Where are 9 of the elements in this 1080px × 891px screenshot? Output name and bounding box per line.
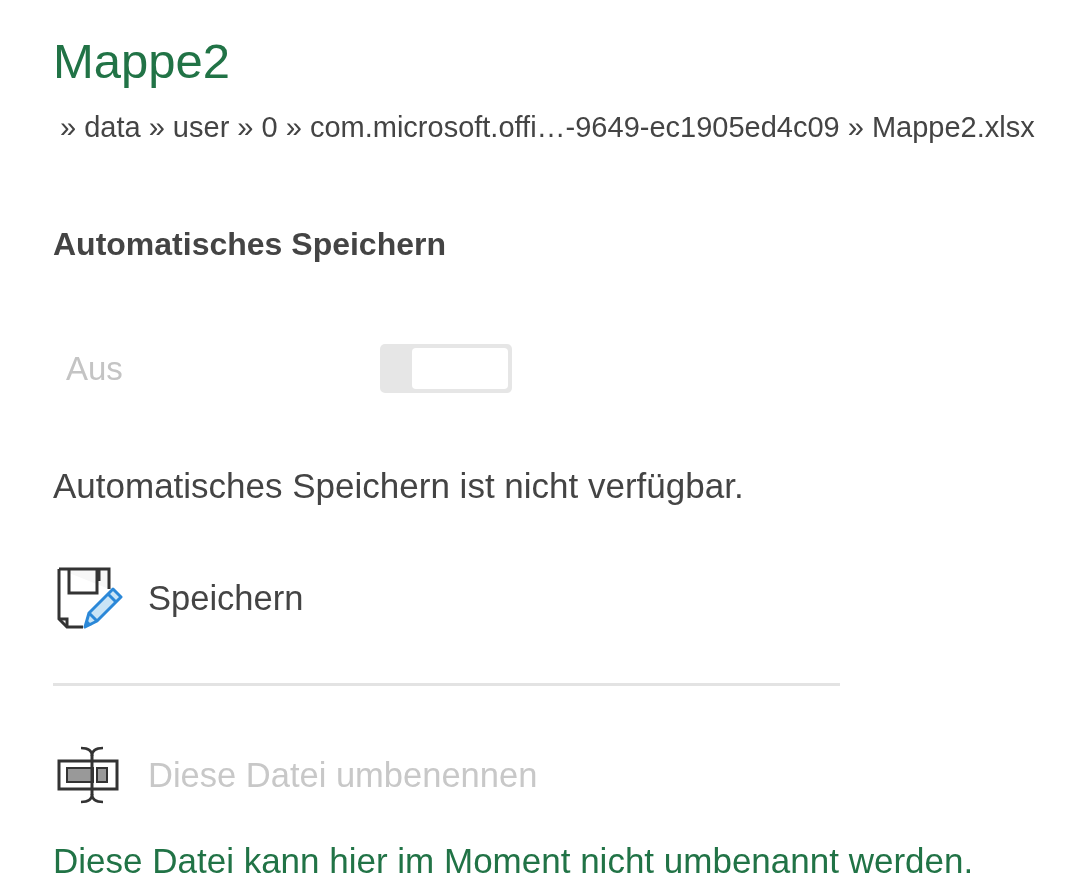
file-path: » data » user » 0 » com.microsoft.offi…-9649-ec1905ed4c09 » Mappe2.xlsx bbox=[60, 110, 1035, 145]
status-message: Diese Datei kann hier im Moment nicht umbenannt werden. bbox=[53, 840, 974, 882]
availability-note: Automatisches Speichern ist nicht verfügbar. bbox=[53, 465, 744, 507]
toggle-label: Aus bbox=[65, 348, 124, 389]
floppy-pencil-icon bbox=[57, 567, 123, 629]
section-heading: Automatisches Speichern bbox=[53, 225, 446, 264]
text-box-cursor-icon bbox=[57, 746, 119, 804]
save-button[interactable]: Speichern bbox=[53, 567, 304, 629]
document-title: Mappe2 bbox=[53, 33, 231, 90]
